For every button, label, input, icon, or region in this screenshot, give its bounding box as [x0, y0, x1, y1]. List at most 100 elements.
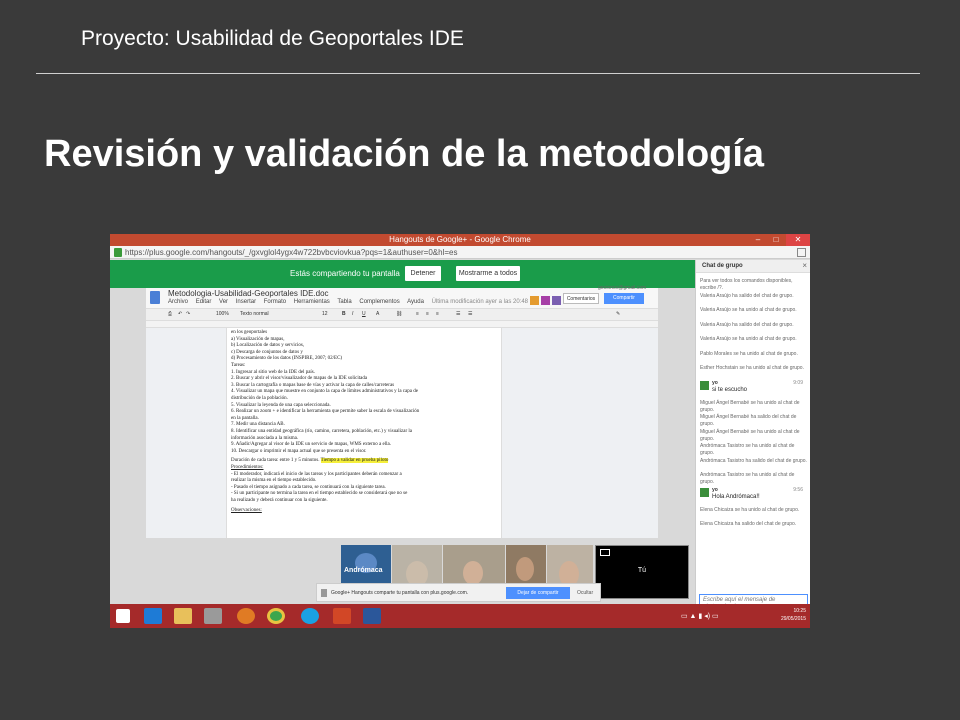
doc-text-line: - Pasado el tiempo asignado a cada tarea… [231, 484, 386, 490]
chrome-icon[interactable] [267, 608, 285, 624]
highlighted-text: Tiempo a validar en prueba piloto [320, 458, 389, 464]
slide-header: Proyecto: Usabilidad de Geoportales IDE [81, 27, 464, 50]
system-tray-icons[interactable]: ▭ ▲ ▮ ◂) ▭ [681, 612, 719, 620]
avatar [700, 487, 709, 497]
menu-insertar[interactable]: Insertar [236, 299, 256, 305]
chat-system-message: Valeria Araújo ha salido del chat de gru… [700, 321, 794, 328]
chat-user-message: yo 9:09 si te escucho [700, 380, 807, 397]
avatar[interactable] [552, 296, 561, 305]
chat-timestamp: 9:09 [793, 379, 803, 386]
last-edit-text[interactable]: Última modificación ayer a las 20:48 [432, 299, 528, 305]
doc-text-line: c) Descarga de conjuntos de datos y [231, 349, 303, 355]
style-select[interactable]: Texto normal [240, 311, 269, 317]
doc-text-line: 1. Ingresar al sitio web de la IDE del p… [231, 369, 316, 375]
show-to-all-button[interactable]: Mostrarme a todos [456, 266, 520, 281]
menu-tabla[interactable]: Tabla [337, 299, 351, 305]
menu-herramientas[interactable]: Herramientas [294, 299, 330, 305]
chat-system-message: Valeria Araújo se ha unido al chat de gr… [700, 307, 797, 313]
internet-explorer-icon[interactable] [144, 608, 162, 624]
pencil-icon[interactable]: ✎ [616, 311, 620, 317]
link-icon[interactable]: ⛓ [396, 311, 402, 317]
chat-system-message: Miguel Ángel Bernabé ha salido del chat … [700, 414, 797, 427]
comments-button[interactable]: Comentarios [563, 293, 599, 304]
doc-text-line: 7. Medir una distancia AB. [231, 422, 285, 428]
sharing-notification: Google+ Hangouts comparte tu pantalla co… [316, 583, 601, 602]
doc-text-line: 8. Identificar una entidad geográfica (r… [231, 429, 413, 434]
doc-title[interactable]: Metodologia-Usabilidad-Geoportales IDE.d… [168, 289, 329, 298]
stop-sharing-button[interactable]: Detener [405, 266, 441, 281]
stop-sharing-notify-button[interactable]: Dejar de compartir [506, 587, 570, 599]
doc-toolbar: ⎙ ↶ ↷ 100% Texto normal 12 B I U A ⛓ ≡ ≡… [146, 308, 658, 321]
doc-text-line: en la pantalla. [231, 415, 259, 421]
menu-formato[interactable]: Formato [264, 299, 286, 305]
document-window: Metodologia-Usabilidad-Geoportales IDE.d… [146, 285, 658, 538]
chat-timestamp: 9:56 [793, 486, 803, 493]
self-video-tile[interactable]: Tú [595, 545, 689, 599]
windows-start-icon[interactable] [116, 609, 130, 623]
font-size-select[interactable]: 12 [322, 311, 328, 317]
redo-icon[interactable]: ↷ [186, 311, 190, 317]
menu-archivo[interactable]: Archivo [168, 299, 188, 305]
menu-complementos[interactable]: Complementos [359, 299, 399, 305]
menu-editar[interactable]: Editar [196, 299, 212, 305]
text-color-icon[interactable]: A [376, 311, 379, 317]
align-left-icon[interactable]: ≡ [416, 311, 419, 317]
chat-close-icon[interactable]: × [802, 261, 807, 270]
numbered-list-icon[interactable]: ☰ [456, 311, 460, 317]
zoom-select[interactable]: 100% [216, 311, 229, 317]
minimize-button[interactable]: – [750, 234, 766, 246]
chat-message-text: Hola Andrómaca!! [712, 493, 760, 500]
lock-icon [114, 248, 122, 257]
doc-text-line: información asociada a la misma. [231, 435, 299, 441]
doc-share-button[interactable]: Compartir [604, 293, 644, 304]
doc-text-line: en los geoportales [231, 330, 268, 335]
firefox-icon[interactable] [237, 608, 255, 624]
avatar[interactable] [541, 296, 550, 305]
chat-system-message: Andrómaca Tasistro ha salido del chat de… [700, 457, 807, 464]
print-icon[interactable]: ⎙ [168, 311, 172, 317]
doc-menu-bar: Archivo Editar Ver Insertar Formato Herr… [168, 299, 534, 305]
skype-icon[interactable] [301, 608, 319, 624]
italic-icon[interactable]: I [352, 311, 353, 317]
file-explorer-icon[interactable] [174, 608, 192, 624]
tool-icon[interactable] [204, 608, 222, 624]
screen-share-icon [600, 549, 610, 556]
share-banner: Estás compartiendo tu pantalla Detener M… [110, 260, 695, 288]
close-button[interactable]: ✕ [786, 234, 810, 246]
avatar[interactable] [530, 296, 539, 305]
chat-user-message: yo 9:56 Hola Andrómaca!! [700, 487, 807, 504]
align-right-icon[interactable]: ≡ [436, 311, 439, 317]
doc-page[interactable]: en los geoportales a) Visualización de ma… [226, 328, 502, 538]
duration-line: Duración de cada tarea: entre 1 y 5 minu… [231, 458, 389, 464]
url-text[interactable]: https://plus.google.com/hangouts/_/gxvgl… [125, 248, 457, 257]
chat-system-message: Elena Chicaiza ha salido del chat de gru… [700, 521, 797, 527]
menu-ayuda[interactable]: Ayuda [407, 299, 424, 305]
align-center-icon[interactable]: ≡ [426, 311, 429, 317]
maximize-button[interactable]: □ [768, 234, 784, 246]
undo-icon[interactable]: ↶ [178, 311, 182, 317]
doc-text-line: distribución de la población. [231, 396, 288, 401]
powerpoint-icon[interactable] [333, 608, 351, 624]
bold-icon[interactable]: B [342, 311, 346, 317]
underline-icon[interactable]: U [362, 311, 366, 317]
duration-text: Duración de cada tarea: entre 1 y 5 minu… [231, 458, 320, 464]
chat-system-message: Miguel Ángel Bernabé se ha unido al chat… [700, 428, 800, 442]
doc-text-line: 2. Buscar y abrir el visor/visualizador … [231, 376, 368, 382]
hide-notification-link[interactable]: Ocultar [577, 590, 593, 596]
doc-text-line: ha realizado y deberá continuar con la s… [231, 498, 328, 503]
doc-text-line: 5. Visualizar la leyenda de una capa sel… [231, 402, 331, 408]
word-icon[interactable] [363, 608, 381, 624]
chat-title: Chat de grupo [702, 263, 743, 269]
doc-text-line: a) Visualización de mapas, [231, 336, 285, 342]
menu-icon[interactable] [797, 248, 806, 257]
docs-logo-icon[interactable] [150, 291, 160, 304]
doc-ruler[interactable] [146, 321, 658, 328]
chat-system-message: Andrómaca Tasistro se ha unido al chat d… [700, 472, 795, 485]
system-clock[interactable]: 10:25 29/05/2015 [781, 607, 806, 623]
bulleted-list-icon[interactable]: ☰ [468, 311, 472, 317]
clock-date: 29/05/2015 [780, 616, 806, 622]
address-bar[interactable]: https://plus.google.com/hangouts/_/gxvgl… [110, 246, 810, 259]
menu-ver[interactable]: Ver [219, 299, 228, 305]
chat-message-text: si te escucho [712, 386, 748, 393]
chat-system-message: Valeria Araújo se ha unido al chat de gr… [700, 336, 797, 342]
